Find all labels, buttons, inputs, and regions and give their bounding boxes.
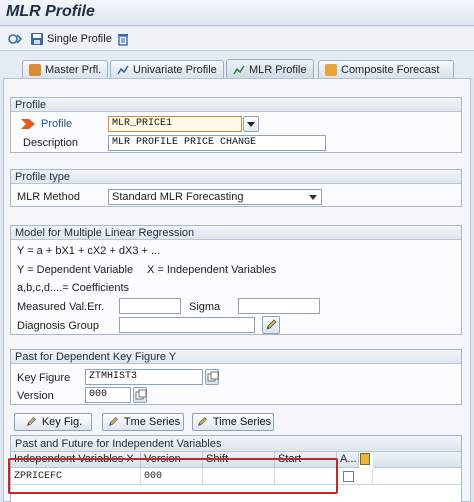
title-bar: MLR Profile <box>0 0 474 26</box>
profile-label: Profile <box>41 118 73 130</box>
profile-group: Profile Profile MLR_PRICE1 Description M… <box>10 97 462 153</box>
chart-line-icon <box>233 65 245 74</box>
model-group: Model for Multiple Linear Regression Y =… <box>10 225 462 335</box>
table-cell-start[interactable] <box>275 469 337 485</box>
profile-type-group: Profile type MLR Method Standard MLR For… <box>10 169 462 207</box>
version-input[interactable]: 000 <box>85 387 131 403</box>
sigma-label: Sigma <box>189 301 221 313</box>
table-cell-shift[interactable] <box>203 469 275 485</box>
table-cell-checkbox <box>337 469 373 485</box>
tab-strip: Master Prfl. Univariate Profile MLR Prof… <box>0 52 474 79</box>
window-title: MLR Profile <box>6 3 95 20</box>
model-formula: Y = a + bX1 + cX2 + dX3 + ... <box>17 245 161 257</box>
past-dependent-group: Past for Dependent Key Figure Y Key Figu… <box>10 349 462 405</box>
trash-icon <box>118 34 128 46</box>
column-settings-icon[interactable] <box>360 453 370 465</box>
column-header-empty <box>373 452 461 468</box>
profile-arrow-icon <box>21 119 35 129</box>
mlr-method-label: MLR Method <box>17 191 80 203</box>
diagnosis-group-input[interactable] <box>119 317 255 333</box>
tab-composite-forecast[interactable]: Composite Forecast <box>318 60 454 78</box>
chevron-down-icon <box>309 195 317 200</box>
coefficients-text: a,b,c,d....= Coefficients <box>17 282 129 294</box>
tab-master-profile[interactable]: Master Prfl. <box>22 60 108 78</box>
toggle-edit-button[interactable] <box>8 30 22 48</box>
independent-variables-table: Past and Future for Independent Variable… <box>10 435 462 502</box>
pencil-icon <box>26 417 36 427</box>
composite-forecast-icon <box>325 63 337 76</box>
diagnosis-group-label: Diagnosis Group <box>17 320 99 332</box>
tab-content: Profile Profile MLR_PRICE1 Description M… <box>3 78 471 502</box>
tme-series-button[interactable]: Tme Series <box>102 413 184 431</box>
pencil-icon <box>108 417 118 427</box>
column-header-a[interactable]: A... <box>337 452 359 468</box>
measured-val-err-input[interactable] <box>119 298 181 314</box>
row-checkbox[interactable] <box>343 471 354 482</box>
dependent-variable-text: Y = Dependent Variable <box>17 264 134 276</box>
chevron-down-icon <box>247 122 255 127</box>
column-header-start[interactable]: Start <box>275 452 337 468</box>
tab-label: Univariate Profile <box>133 63 217 76</box>
sigma-input[interactable] <box>238 298 320 314</box>
table-cell-version[interactable]: 000 <box>141 469 203 485</box>
chart-line-icon <box>117 65 129 74</box>
column-header-shift[interactable]: Shift <box>203 452 275 468</box>
tab-label: MLR Profile <box>249 63 307 76</box>
edit-diagnosis-button[interactable] <box>262 316 280 334</box>
profile-type-group-title: Profile type <box>11 170 461 184</box>
key-fig-label: Key Fig. <box>41 416 83 428</box>
column-header-variable[interactable]: Independent Variables X <box>11 452 141 468</box>
edit-toggle-icon <box>8 34 22 44</box>
key-figure-copy-button[interactable] <box>205 369 219 385</box>
table-cell-variable[interactable]: ZPRICEFC <box>11 469 141 485</box>
key-figure-label: Key Figure <box>17 372 71 384</box>
tme-series-label: Tme Series <box>123 416 181 428</box>
version-copy-button[interactable] <box>133 387 147 403</box>
pencil-icon <box>197 417 207 427</box>
past-dependent-group-title: Past for Dependent Key Figure Y <box>11 350 461 364</box>
single-profile-label: Single Profile <box>47 33 112 45</box>
independent-variables-text: X = Independent Variables <box>147 264 277 276</box>
mlr-method-select[interactable]: Standard MLR Forecasting <box>108 189 322 205</box>
profile-input[interactable]: MLR_PRICE1 <box>108 116 242 132</box>
mlr-method-value: Standard MLR Forecasting <box>112 191 244 203</box>
save-icon <box>31 33 43 45</box>
profile-dropdown-button[interactable] <box>243 116 259 132</box>
profile-group-title: Profile <box>11 98 461 112</box>
tab-univariate-profile[interactable]: Univariate Profile <box>110 60 224 78</box>
master-profile-icon <box>29 63 41 76</box>
tab-label: Composite Forecast <box>341 63 440 76</box>
version-label: Version <box>17 390 54 402</box>
key-figure-input[interactable]: ZTMHIST3 <box>85 369 203 385</box>
copy-icon <box>135 389 147 400</box>
measured-val-err-label: Measured Val.Err. <box>17 301 105 313</box>
pencil-icon <box>266 319 277 330</box>
toolbar: Single Profile <box>0 27 474 51</box>
table-cell-empty <box>373 469 461 485</box>
delete-button[interactable] <box>116 30 130 48</box>
time-series-label: Time Series <box>212 416 272 428</box>
model-group-title: Model for Multiple Linear Regression <box>11 226 461 240</box>
time-series-button[interactable]: Time Series <box>192 413 274 431</box>
copy-icon <box>207 371 219 382</box>
description-label: Description <box>23 137 79 149</box>
column-header-version[interactable]: Version <box>141 452 203 468</box>
key-fig-button[interactable]: Key Fig. <box>14 413 92 431</box>
tab-mlr-profile[interactable]: MLR Profile <box>226 59 314 79</box>
description-input[interactable]: MLR PROFILE PRICE CHANGE <box>108 135 326 151</box>
single-profile-button[interactable]: Single Profile <box>30 30 112 48</box>
tab-label: Master Prfl. <box>45 63 102 76</box>
independent-variables-title: Past and Future for Independent Variable… <box>11 436 461 452</box>
